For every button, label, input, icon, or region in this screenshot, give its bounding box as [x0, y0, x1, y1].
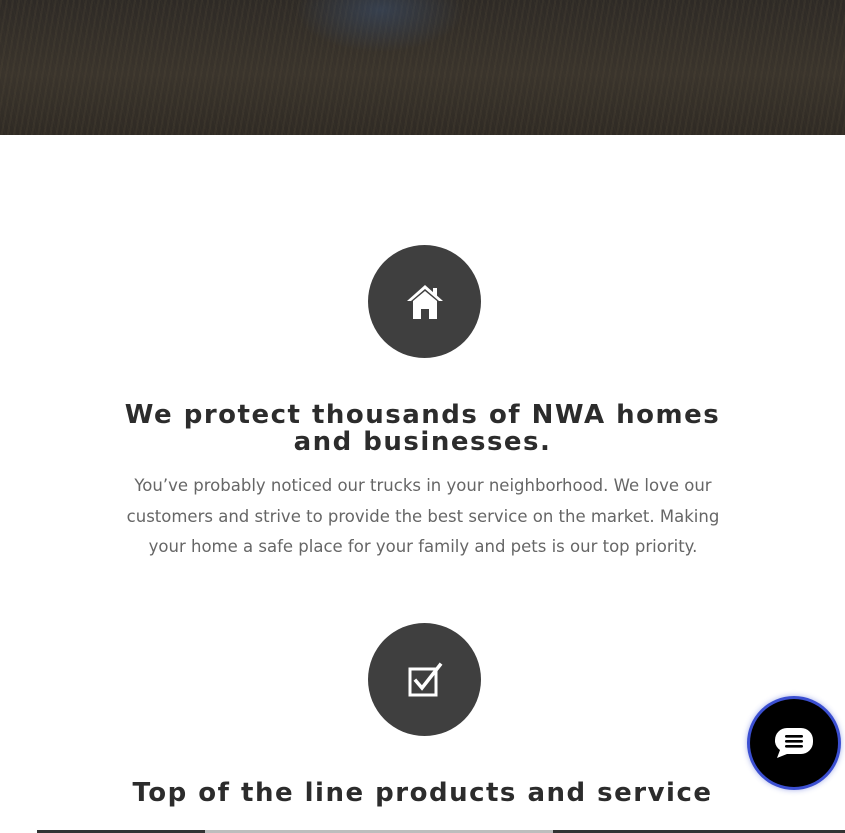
feature-heading-products: Top of the line products and service — [132, 778, 713, 808]
home-icon — [406, 284, 443, 319]
page: We protect thousands of NWA homes and bu… — [0, 0, 845, 833]
feature-icon-circle — [368, 623, 481, 736]
checkbox-icon — [408, 662, 442, 696]
feature-icon-circle — [368, 245, 481, 358]
feature-body-homes: You’ve probably noticed our trucks in yo… — [126, 476, 720, 556]
feature-heading-homes: We protect thousands of NWA homes and bu… — [124, 400, 721, 457]
bottom-scroll-strip — [0, 829, 845, 833]
chat-launcher-button[interactable] — [750, 699, 838, 787]
hero-image — [0, 0, 845, 135]
chat-bubble-icon — [775, 728, 813, 758]
